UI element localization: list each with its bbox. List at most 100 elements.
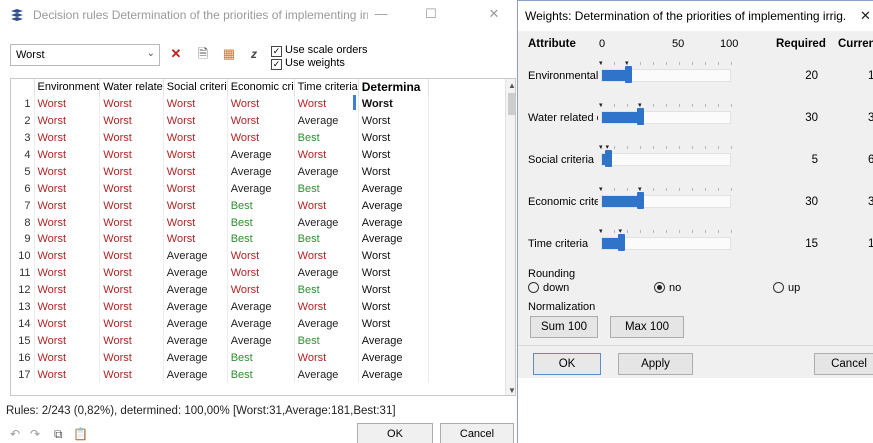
table-cell[interactable]: Best — [294, 332, 359, 350]
table-cell[interactable]: Worst — [227, 112, 295, 130]
redo-icon[interactable]: ↷ — [30, 427, 40, 441]
rules-grid[interactable]: Environment Water relate Social criteri … — [10, 78, 516, 396]
table-cell[interactable]: Worst — [99, 231, 164, 248]
use-scale-orders-checkbox[interactable]: ✓ Use scale orders — [271, 44, 368, 57]
table-cell[interactable]: Average — [294, 366, 359, 384]
table-cell[interactable]: Worst — [99, 214, 164, 232]
table-cell[interactable]: Worst — [163, 214, 228, 232]
required-value[interactable]: 15 — [796, 238, 818, 250]
table-cell[interactable]: Average — [163, 349, 228, 367]
table-cell[interactable]: Worst — [294, 298, 359, 316]
table-cell[interactable]: Worst — [34, 298, 101, 316]
table-cell[interactable]: Worst — [99, 332, 164, 350]
slider-thumb[interactable] — [624, 66, 632, 83]
cancel-button[interactable]: Cancel — [440, 423, 514, 443]
table-cell[interactable]: Worst — [163, 197, 228, 215]
decision-cell[interactable]: Average — [358, 366, 429, 384]
column-header[interactable]: Water relate — [99, 79, 164, 96]
table-cell[interactable]: Average — [163, 264, 228, 282]
table-row[interactable]: 15 Worst Worst Average Average Best Average — [11, 332, 429, 350]
table-row[interactable]: 6 Worst Worst Worst Average Best Average — [11, 180, 429, 198]
table-cell[interactable]: Worst — [227, 264, 295, 282]
table-cell[interactable]: Best — [294, 231, 359, 248]
delete-icon[interactable]: ✕ — [168, 46, 184, 62]
table-cell[interactable]: Average — [294, 163, 359, 181]
table-cell[interactable]: Best — [227, 349, 295, 367]
document-icon[interactable]: 🗎 — [195, 46, 211, 62]
table-cell[interactable]: Worst — [99, 146, 164, 164]
table-cell[interactable]: Worst — [34, 315, 101, 333]
table-cell[interactable]: Worst — [227, 129, 295, 147]
table-cell[interactable]: Worst — [34, 180, 101, 198]
table-cell[interactable]: Worst — [34, 112, 101, 130]
table-row[interactable]: 4 Worst Worst Worst Average Worst Worst — [11, 146, 429, 164]
table-cell[interactable]: Worst — [34, 197, 101, 215]
class-select[interactable]: Worst ⌄ — [10, 44, 160, 66]
table-cell[interactable]: Worst — [99, 247, 164, 265]
table-cell[interactable]: Worst — [294, 146, 359, 164]
title-bar[interactable]: Weights: Determination of the priorities… — [518, 1, 873, 31]
table-cell[interactable]: Worst — [163, 231, 228, 248]
weight-slider[interactable] — [601, 108, 731, 125]
table-cell[interactable]: Average — [163, 366, 228, 384]
table-row[interactable]: 12 Worst Worst Average Worst Best Worst — [11, 281, 429, 299]
table-row[interactable]: 5 Worst Worst Worst Average Average Worst — [11, 163, 429, 181]
decision-cell[interactable]: Worst — [358, 146, 429, 164]
decision-cell[interactable]: Average — [358, 231, 429, 248]
slider-thumb[interactable] — [605, 150, 613, 167]
table-cell[interactable]: Worst — [163, 146, 228, 164]
decision-cell[interactable]: Worst — [358, 264, 429, 282]
table-cell[interactable]: Worst — [99, 349, 164, 367]
table-cell[interactable]: Worst — [294, 247, 359, 265]
table-cell[interactable]: Best — [294, 281, 359, 299]
table-cell[interactable]: Average — [227, 163, 295, 181]
table-cell[interactable]: Average — [294, 214, 359, 232]
decision-cell[interactable]: Average — [358, 349, 429, 367]
max-100-button[interactable]: Max 100 — [610, 316, 684, 338]
maximize-icon[interactable]: ☐ — [421, 6, 441, 22]
required-value[interactable]: 5 — [796, 154, 818, 166]
table-row[interactable]: 11 Worst Worst Average Worst Average Worst — [11, 264, 429, 282]
column-header[interactable]: Economic cri — [227, 79, 295, 96]
rounding-no-radio[interactable]: no — [654, 282, 681, 294]
table-cell[interactable]: Worst — [227, 281, 295, 299]
table-cell[interactable]: Worst — [99, 197, 164, 215]
decision-cell[interactable]: Worst — [358, 281, 429, 299]
table-cell[interactable]: Worst — [34, 332, 101, 350]
table-cell[interactable]: Average — [227, 332, 295, 350]
table-cell[interactable]: Worst — [294, 349, 359, 367]
table-row[interactable]: 8 Worst Worst Worst Best Average Average — [11, 214, 429, 232]
undo-icon[interactable]: ↶ — [10, 427, 20, 441]
table-cell[interactable]: Worst — [99, 298, 164, 316]
table-cell[interactable]: Worst — [34, 163, 101, 181]
weight-slider[interactable] — [601, 192, 731, 209]
sum-100-button[interactable]: Sum 100 — [530, 316, 598, 338]
table-cell[interactable]: Worst — [99, 366, 164, 384]
column-header[interactable]: Environment — [34, 79, 101, 96]
cancel-button[interactable]: Cancel — [814, 353, 873, 375]
table-cell[interactable]: Average — [163, 315, 228, 333]
table-cell[interactable]: Average — [163, 247, 228, 265]
table-cell[interactable]: Worst — [34, 214, 101, 232]
sort-icon[interactable]: z — [246, 46, 262, 62]
vertical-scrollbar[interactable]: ▲ ▼ — [505, 79, 515, 395]
required-value[interactable]: 20 — [796, 70, 818, 82]
rounding-up-radio[interactable]: up — [773, 282, 800, 294]
paste-icon[interactable]: 📋 — [73, 427, 88, 441]
decision-cell[interactable]: Worst — [358, 315, 429, 333]
table-row[interactable]: 10 Worst Worst Average Worst Worst Worst — [11, 247, 429, 265]
grid-icon[interactable]: ▦ — [221, 46, 237, 62]
table-cell[interactable]: Worst — [163, 95, 228, 113]
table-row[interactable]: 1 Worst Worst Worst Worst Worst Worst — [11, 95, 429, 113]
column-header[interactable]: Social criteri — [163, 79, 228, 96]
table-cell[interactable]: Worst — [99, 129, 164, 147]
table-cell[interactable]: Average — [294, 315, 359, 333]
slider-thumb[interactable] — [637, 192, 645, 209]
table-row[interactable]: 7 Worst Worst Worst Best Worst Average — [11, 197, 429, 215]
table-cell[interactable]: Worst — [294, 95, 359, 113]
decision-cell[interactable]: Average — [358, 197, 429, 215]
table-cell[interactable]: Worst — [294, 197, 359, 215]
table-cell[interactable]: Worst — [34, 247, 101, 265]
table-cell[interactable]: Worst — [34, 366, 101, 384]
apply-button[interactable]: Apply — [618, 353, 693, 375]
